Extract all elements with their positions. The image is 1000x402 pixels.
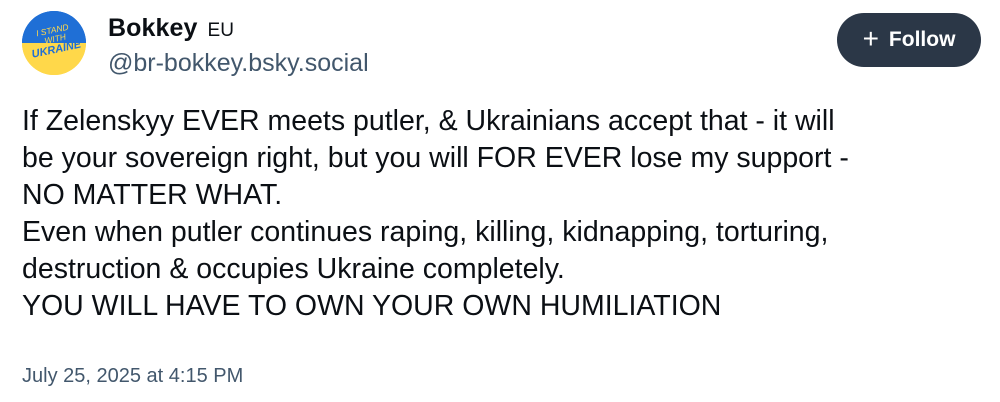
ukraine-flag-avatar[interactable]: I STAND WITH UKRAINE: [22, 11, 86, 75]
post-timestamp[interactable]: July 25, 2025 at 4:15 PM: [22, 365, 243, 388]
post-text-line: YOU WILL HAVE TO OWN YOUR OWN HUMILIATIO…: [22, 290, 722, 322]
follow-label: Follow: [888, 28, 956, 51]
post-text: If Zelenskyy EVER meets putler, & Ukrain…: [22, 103, 982, 325]
follow-button[interactable]: + Follow: [837, 13, 981, 67]
post-text-line: be your sovereign right, but you will FO…: [22, 142, 849, 174]
author-display-name[interactable]: Bokkey: [108, 14, 198, 43]
post-text-line: Even when putler continues raping, killi…: [22, 216, 829, 248]
post-text-line: destruction & occupies Ukraine completel…: [22, 253, 565, 285]
post-text-line: If Zelenskyy EVER meets putler, & Ukrain…: [22, 105, 835, 137]
author-handle[interactable]: @br-bokkey.bsky.social: [108, 49, 369, 78]
post-text-line: NO MATTER WHAT.: [22, 179, 283, 211]
avatar-graphic: I STAND WITH UKRAINE: [22, 11, 86, 75]
plus-icon: +: [862, 23, 879, 54]
author-name-row: Bokkey EU: [108, 14, 234, 48]
post-card: I STAND WITH UKRAINE Bokkey EU @br-bokke…: [0, 0, 1000, 402]
author-badge: EU: [207, 20, 234, 41]
